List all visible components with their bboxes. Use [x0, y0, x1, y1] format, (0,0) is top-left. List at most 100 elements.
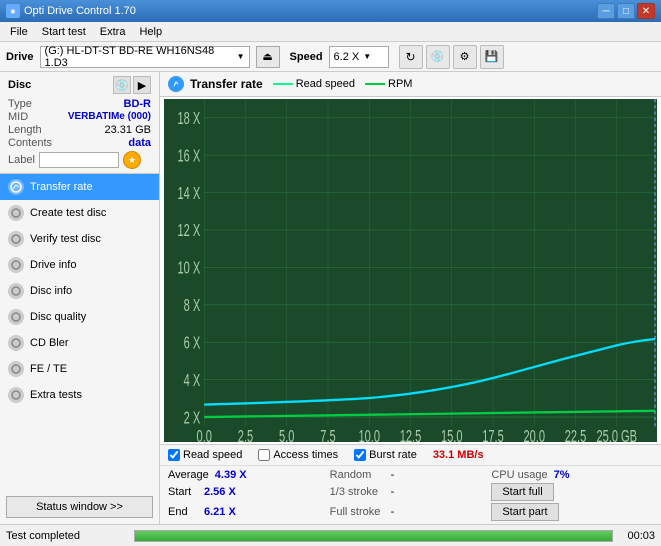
svg-text:12.5: 12.5 — [400, 428, 422, 442]
menu-file[interactable]: File — [4, 24, 34, 40]
chart-controls: Read speed Access times Burst rate 33.1 … — [160, 444, 661, 465]
svg-text:14 X: 14 X — [177, 185, 200, 204]
save-button[interactable]: 💾 — [480, 45, 504, 69]
menu-start-test[interactable]: Start test — [36, 24, 92, 40]
status-window-button[interactable]: Status window >> — [6, 496, 153, 518]
svg-text:6 X: 6 X — [184, 334, 201, 353]
drive-info-icon — [8, 257, 24, 273]
access-times-checkbox-label[interactable]: Access times — [258, 449, 338, 461]
menu-extra[interactable]: Extra — [94, 24, 132, 40]
chart-title-icon — [168, 76, 184, 92]
burst-rate-checkbox-label[interactable]: Burst rate — [354, 449, 417, 461]
chart-header: Transfer rate Read speed RPM — [160, 72, 661, 97]
legend-rpm-label: RPM — [388, 78, 412, 90]
contents-label: Contents — [8, 137, 52, 149]
menu-help[interactable]: Help — [133, 24, 168, 40]
stat-end: End 6.21 X — [168, 503, 330, 521]
minimize-button[interactable]: ─ — [597, 3, 615, 19]
legend-read-speed-label: Read speed — [296, 78, 355, 90]
access-times-checkbox[interactable] — [258, 449, 270, 461]
svg-text:8 X: 8 X — [184, 297, 201, 316]
read-speed-checkbox-label[interactable]: Read speed — [168, 449, 242, 461]
disc-icon: 💿 — [431, 50, 445, 63]
disc-header: Disc — [8, 79, 31, 91]
stat-full-stroke: Full stroke - — [330, 503, 492, 521]
nav-label-create-test-disc: Create test disc — [30, 207, 106, 219]
stat-start-full-group: Start full — [491, 483, 653, 501]
stat-average: Average 4.39 X — [168, 469, 330, 481]
nav-item-transfer-rate[interactable]: Transfer rate — [0, 174, 159, 200]
stat-average-label: Average — [168, 469, 209, 481]
type-label: Type — [8, 98, 32, 110]
settings-button[interactable]: ⚙ — [453, 45, 477, 69]
speed-value: 6.2 X — [334, 51, 360, 63]
label-icon-btn[interactable]: ★ — [123, 151, 141, 169]
sidebar: Disc 💿 ▶ Type BD-R MID VERBATIMe (000) — [0, 72, 160, 524]
contents-value: data — [128, 137, 151, 149]
svg-text:2 X: 2 X — [184, 409, 201, 428]
access-times-checkbox-label-text: Access times — [273, 449, 338, 461]
label-input[interactable] — [39, 152, 119, 168]
close-button[interactable]: ✕ — [637, 3, 655, 19]
stat-end-value: 6.21 X — [204, 506, 236, 518]
stat-third-stroke: 1/3 stroke - — [330, 483, 492, 501]
type-value: BD-R — [124, 98, 152, 110]
svg-text:25.0 GB: 25.0 GB — [596, 428, 637, 442]
start-part-button[interactable]: Start part — [491, 503, 558, 521]
legend-read-speed-color — [273, 83, 293, 85]
start-full-button[interactable]: Start full — [491, 483, 553, 501]
disc-icon-btn2[interactable]: ▶ — [133, 76, 151, 94]
drive-value: (G:) HL-DT-ST BD-RE WH16NS48 1.D3 — [45, 45, 233, 69]
burst-rate-value: 33.1 MB/s — [433, 449, 484, 461]
speed-dropdown[interactable]: 6.2 X ▼ — [329, 46, 389, 68]
nav-items: Transfer rate Create test disc Verify te… — [0, 174, 159, 490]
svg-text:4 X: 4 X — [184, 372, 201, 391]
refresh-button[interactable]: ↻ — [399, 45, 423, 69]
nav-item-create-test-disc[interactable]: Create test disc — [0, 200, 159, 226]
stat-start-part-group: Start part — [491, 503, 653, 521]
nav-item-fe-te[interactable]: FE / TE — [0, 356, 159, 382]
verify-test-disc-icon — [8, 231, 24, 247]
disc-small-icon: 💿 — [115, 79, 129, 92]
save-icon: 💾 — [485, 50, 499, 63]
maximize-button[interactable]: □ — [617, 3, 635, 19]
svg-text:2.5: 2.5 — [238, 428, 253, 442]
nav-item-drive-info[interactable]: Drive info — [0, 252, 159, 278]
disc-button[interactable]: 💿 — [426, 45, 450, 69]
content-area: Transfer rate Read speed RPM — [160, 72, 661, 524]
progress-bar-fill — [135, 531, 612, 541]
eject-button[interactable]: ⏏ — [256, 46, 280, 68]
svg-text:18 X: 18 X — [177, 110, 200, 129]
label-star-icon: ★ — [128, 155, 136, 166]
svg-text:15.0: 15.0 — [441, 428, 463, 442]
nav-item-extra-tests[interactable]: Extra tests — [0, 382, 159, 408]
stat-full-stroke-label: Full stroke — [330, 506, 385, 518]
stat-start-label: Start — [168, 486, 198, 498]
svg-text:0.0: 0.0 — [197, 428, 212, 442]
create-test-disc-icon — [8, 205, 24, 221]
status-text: Test completed — [6, 530, 126, 542]
burst-rate-checkbox[interactable] — [354, 449, 366, 461]
cd-bler-icon — [8, 335, 24, 351]
nav-label-cd-bler: CD Bler — [30, 337, 69, 349]
legend-rpm: RPM — [365, 78, 412, 90]
stats-area: Average 4.39 X Random - CPU usage 7% Sta… — [160, 465, 661, 524]
nav-item-verify-test-disc[interactable]: Verify test disc — [0, 226, 159, 252]
stat-cpu: CPU usage 7% — [491, 469, 653, 481]
disc-quality-icon — [8, 309, 24, 325]
stat-random-value: - — [391, 469, 395, 481]
fe-te-icon — [8, 361, 24, 377]
nav-label-transfer-rate: Transfer rate — [30, 181, 93, 193]
stat-random-label: Random — [330, 469, 385, 481]
nav-item-disc-info[interactable]: Disc info — [0, 278, 159, 304]
disc-info-icon — [8, 283, 24, 299]
extra-tests-icon — [8, 387, 24, 403]
drive-dropdown[interactable]: (G:) HL-DT-ST BD-RE WH16NS48 1.D3 ▼ — [40, 46, 250, 68]
nav-label-disc-info: Disc info — [30, 285, 72, 297]
nav-item-disc-quality[interactable]: Disc quality — [0, 304, 159, 330]
read-speed-checkbox[interactable] — [168, 449, 180, 461]
stat-random: Random - — [330, 469, 492, 481]
disc-icon-btn1[interactable]: 💿 — [113, 76, 131, 94]
nav-item-cd-bler[interactable]: CD Bler — [0, 330, 159, 356]
stat-start-value: 2.56 X — [204, 486, 236, 498]
